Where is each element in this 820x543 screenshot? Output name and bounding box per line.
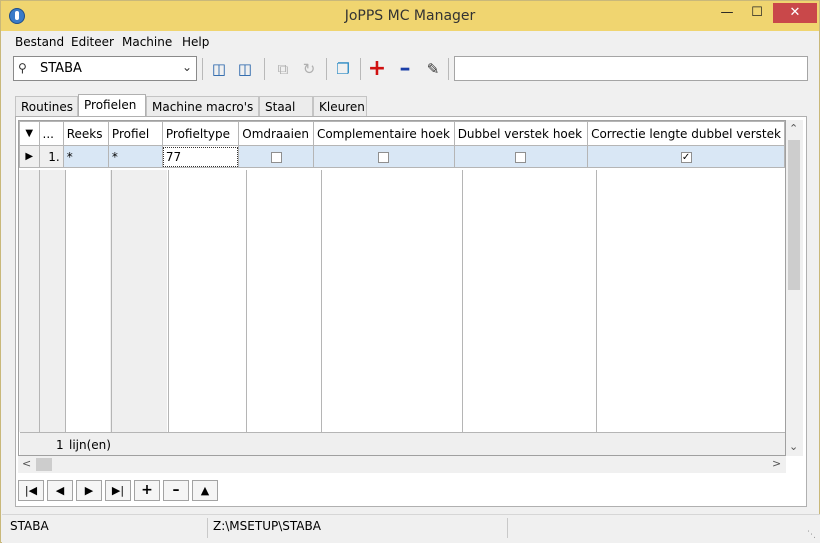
omdraaien-checkbox[interactable] xyxy=(270,151,282,163)
column-header-complementaire-hoek[interactable]: Complementaire hoek xyxy=(312,121,455,146)
machine-select-value: STABA xyxy=(40,61,82,76)
column-header-selector[interactable]: ▼ xyxy=(19,121,40,146)
toolbar-separator xyxy=(448,58,449,80)
toolbar-separator xyxy=(360,58,361,80)
previous-record-button[interactable]: ◀ xyxy=(47,480,73,501)
next-record-button[interactable]: ▶ xyxy=(76,480,102,501)
grid-divider xyxy=(39,170,40,432)
copy-icon[interactable]: ⧉ xyxy=(272,59,294,79)
dubbel-verstek-hoek-checkbox[interactable] xyxy=(515,151,527,163)
move-up-button[interactable]: ▲ xyxy=(192,480,218,501)
data-grid[interactable]: ▼ ... Reeks Profiel Profieltype Omdraaie… xyxy=(18,120,786,456)
column-header-dubbel-verstek-hoek[interactable]: Dubbel verstek hoek xyxy=(453,121,589,146)
vertical-scroll-thumb[interactable] xyxy=(788,140,800,290)
grid-divider xyxy=(462,170,463,432)
row-number: 1. xyxy=(38,145,64,168)
column-header-profiel[interactable]: Profiel xyxy=(107,121,163,146)
first-record-button[interactable]: |◀ xyxy=(18,480,44,501)
menu-machine[interactable]: Machine xyxy=(122,35,172,49)
resize-grip-icon[interactable]: ⋱ xyxy=(807,530,816,540)
grid-divider xyxy=(246,170,247,432)
grid-divider xyxy=(168,170,169,432)
grid-empty-area xyxy=(19,170,66,432)
status-path: Z:\MSETUP\STABA xyxy=(213,519,321,533)
horizontal-scrollbar[interactable]: < > xyxy=(18,456,786,473)
row-indicator-icon[interactable]: ▶ xyxy=(19,145,40,168)
machine-icon: ⚲ xyxy=(18,61,27,75)
column-header-profieltype[interactable]: Profieltype xyxy=(161,121,240,146)
status-machine: STABA xyxy=(10,519,49,533)
profielen-panel: ▼ ... Reeks Profiel Profieltype Omdraaie… xyxy=(15,116,807,507)
add-record-button[interactable]: + xyxy=(134,480,160,501)
toolbar-separator xyxy=(264,58,265,80)
cell-dubbel-verstek-hoek[interactable] xyxy=(453,145,589,168)
menu-bestand[interactable]: Bestand xyxy=(15,35,64,49)
row-count-label: lijn(en) xyxy=(69,438,111,452)
cell-correctie-lengte[interactable]: ✓ xyxy=(587,145,785,168)
grid-divider xyxy=(596,170,597,432)
status-separator xyxy=(507,518,508,538)
minimize-button[interactable]: — xyxy=(713,3,741,23)
menu-bar: Bestand Editeer Machine Help xyxy=(2,32,818,52)
cube-icon[interactable]: ❐ xyxy=(332,59,354,79)
machine-select[interactable]: ⚲ STABA ⌄ xyxy=(13,56,197,81)
tab-routines[interactable]: Routines xyxy=(15,96,78,116)
cell-reeks[interactable]: * xyxy=(62,145,109,168)
menu-help[interactable]: Help xyxy=(182,35,209,49)
cell-profieltype[interactable]: 77 xyxy=(161,145,240,168)
edit-pencil-icon[interactable]: ✎ xyxy=(422,59,444,79)
cell-complementaire-hoek[interactable] xyxy=(312,145,455,168)
remove-icon[interactable]: – xyxy=(394,58,416,80)
table-row[interactable]: ▶ 1. * * 77 ✓ xyxy=(19,145,785,168)
column-header-omdraaien[interactable]: Omdraaien xyxy=(238,121,314,146)
grid-divider xyxy=(65,170,66,432)
app-window: JoPPS MC Manager — ☐ ✕ Bestand Editeer M… xyxy=(0,0,820,543)
complementaire-hoek-checkbox[interactable] xyxy=(378,151,390,163)
database-export-icon[interactable]: ◫ xyxy=(234,59,256,79)
status-separator xyxy=(207,518,208,538)
chevron-down-icon[interactable]: ⌄ xyxy=(182,60,192,74)
cell-omdraaien[interactable] xyxy=(238,145,314,168)
toolbar: ⚲ STABA ⌄ ◫ ◫ ⧉ ↻ ❐ + – ✎ xyxy=(2,53,818,87)
cell-profiel[interactable]: * xyxy=(107,145,163,168)
scroll-up-icon[interactable]: ⌃ xyxy=(789,122,798,135)
window-title: JoPPS MC Manager xyxy=(344,8,476,24)
correctie-lengte-checkbox[interactable]: ✓ xyxy=(680,151,692,163)
column-header-row-number[interactable]: ... xyxy=(38,121,64,146)
title-bar[interactable]: JoPPS MC Manager — ☐ ✕ xyxy=(1,1,819,31)
tab-kleuren[interactable]: Kleuren xyxy=(313,96,367,116)
menu-editeer[interactable]: Editeer xyxy=(71,35,114,49)
add-icon[interactable]: + xyxy=(366,58,388,80)
close-button[interactable]: ✕ xyxy=(773,3,817,23)
toolbar-separator xyxy=(202,58,203,80)
tab-machine-macros[interactable]: Machine macro's xyxy=(146,96,259,116)
grid-divider xyxy=(321,170,322,432)
tab-staal[interactable]: Staal xyxy=(259,96,313,116)
last-record-button[interactable]: ▶| xyxy=(105,480,131,501)
database-import-icon[interactable]: ◫ xyxy=(208,59,230,79)
status-bar: STABA Z:\MSETUP\STABA ⋱ xyxy=(2,514,820,543)
grid-footer: 1 lijn(en) xyxy=(20,432,785,455)
row-count: 1 xyxy=(56,438,64,452)
search-input[interactable] xyxy=(454,56,808,81)
horizontal-scroll-thumb[interactable] xyxy=(36,458,52,471)
redo-icon[interactable]: ↻ xyxy=(298,59,320,79)
scroll-down-icon[interactable]: ⌄ xyxy=(789,440,798,453)
vertical-scrollbar[interactable]: ⌃ ⌄ xyxy=(786,120,803,456)
column-header-reeks[interactable]: Reeks xyxy=(62,121,109,146)
column-header-correctie-lengte[interactable]: Correctie lengte dubbel verstek xyxy=(587,121,785,146)
grid-empty-area xyxy=(110,170,167,432)
grid-divider xyxy=(111,170,112,432)
remove-record-button[interactable]: – xyxy=(163,480,189,501)
maximize-button[interactable]: ☐ xyxy=(743,3,771,23)
toolbar-separator xyxy=(326,58,327,80)
scroll-left-icon[interactable]: < xyxy=(22,457,31,470)
scroll-right-icon[interactable]: > xyxy=(772,457,781,470)
tab-profielen[interactable]: Profielen xyxy=(78,94,146,117)
